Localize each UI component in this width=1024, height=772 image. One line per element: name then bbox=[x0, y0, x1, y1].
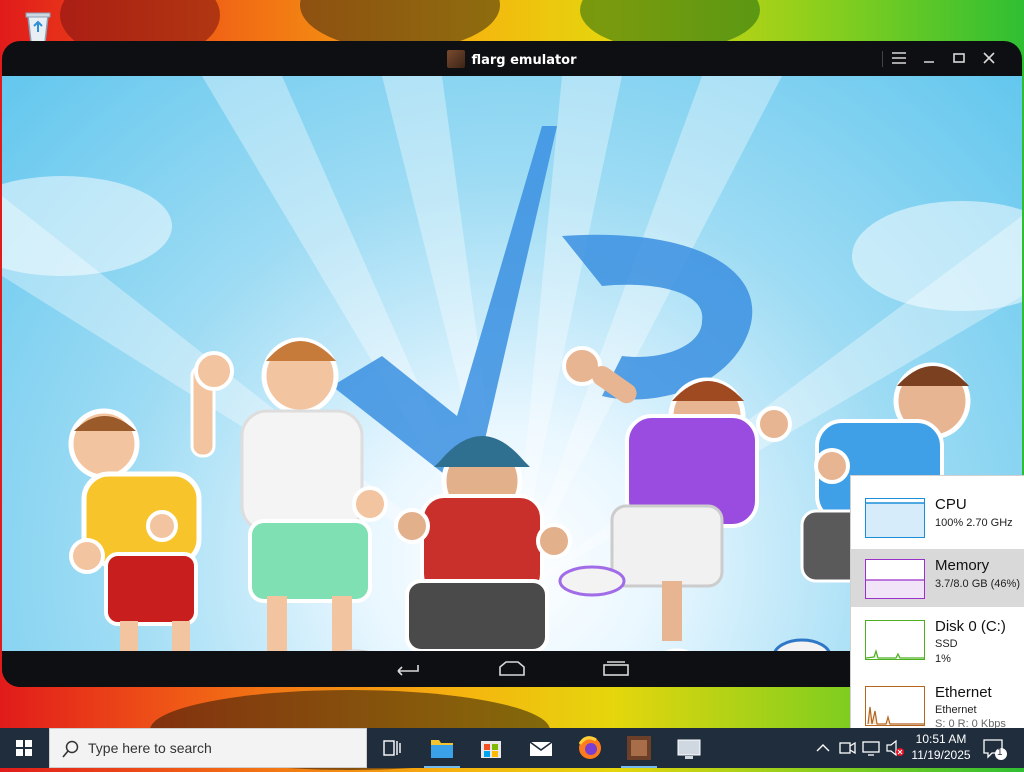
cpu-label: CPU bbox=[935, 496, 967, 513]
ethernet-type: Ethernet bbox=[935, 704, 977, 716]
emulator-titlebar[interactable]: flarg emulator bbox=[2, 41, 1022, 76]
emulator-app-icon bbox=[447, 50, 466, 68]
disk-usage: 1% bbox=[935, 653, 951, 665]
notification-count: 1 bbox=[997, 747, 1003, 758]
memory-graph bbox=[865, 559, 925, 599]
close-button[interactable] bbox=[977, 47, 1001, 71]
clock-date: 11/19/2025 bbox=[911, 748, 971, 762]
network-icon[interactable] bbox=[860, 728, 882, 768]
cpu-item[interactable]: CPU 100% 2.70 GHz bbox=[851, 488, 1024, 546]
maximize-button[interactable] bbox=[947, 47, 971, 71]
back-button[interactable] bbox=[394, 659, 422, 677]
memory-label: Memory bbox=[935, 557, 990, 574]
windows-icon bbox=[16, 740, 32, 756]
window-title: flarg emulator bbox=[2, 50, 1022, 68]
titlebar-separator bbox=[882, 51, 883, 67]
cpu-detail: 100% 2.70 GHz bbox=[935, 517, 1013, 529]
clock-time: 10:51 AM bbox=[915, 732, 967, 746]
disk-graph bbox=[865, 620, 925, 660]
flarg-emulator-taskbar-icon[interactable] bbox=[615, 732, 663, 768]
remote-desktop-icon[interactable] bbox=[665, 732, 713, 764]
disk-label: Disk 0 (C:) bbox=[935, 618, 1006, 635]
recents-button[interactable] bbox=[602, 659, 630, 677]
ethernet-graph bbox=[865, 686, 925, 726]
disk-type: SSD bbox=[935, 638, 958, 650]
cpu-graph bbox=[865, 498, 925, 538]
ethernet-label: Ethernet bbox=[935, 684, 992, 701]
action-center-button[interactable]: 1 bbox=[978, 728, 1010, 768]
show-hidden-icons-button[interactable] bbox=[812, 728, 834, 768]
search-icon bbox=[62, 740, 79, 758]
task-view-icon[interactable] bbox=[368, 732, 416, 764]
system-clock[interactable]: 10:51 AM 11/19/2025 bbox=[906, 731, 976, 763]
file-explorer-icon[interactable] bbox=[418, 732, 466, 768]
meet-now-icon[interactable] bbox=[836, 728, 858, 768]
mail-icon[interactable] bbox=[517, 732, 565, 764]
disk-item[interactable]: Disk 0 (C:) SSD 1% bbox=[851, 610, 1024, 668]
ethernet-item[interactable]: Ethernet Ethernet S: 0 R: 0 Kbps bbox=[851, 676, 1024, 729]
chevron-up-icon bbox=[816, 744, 830, 752]
recycle-bin-icon[interactable] bbox=[18, 6, 58, 46]
home-button[interactable] bbox=[498, 659, 526, 677]
menu-icon[interactable] bbox=[887, 47, 911, 71]
microsoft-store-icon[interactable] bbox=[467, 732, 515, 764]
window-title-text: flarg emulator bbox=[471, 53, 577, 68]
notification-icon bbox=[983, 739, 1007, 760]
volume-muted-icon[interactable] bbox=[884, 728, 906, 768]
memory-detail: 3.7/8.0 GB (46%) bbox=[935, 578, 1020, 590]
start-button[interactable] bbox=[0, 728, 48, 768]
minimize-button[interactable] bbox=[917, 47, 941, 71]
search-box[interactable]: Type here to search bbox=[49, 728, 367, 768]
search-placeholder: Type here to search bbox=[88, 740, 212, 756]
task-manager-performance-panel: CPU 100% 2.70 GHz Memory 3.7/8.0 GB (46%… bbox=[850, 475, 1024, 729]
taskbar: Type here to search 10:51 AM 11/19/2025 bbox=[0, 728, 1024, 768]
firefox-icon[interactable] bbox=[566, 732, 614, 764]
memory-item[interactable]: Memory 3.7/8.0 GB (46%) bbox=[851, 549, 1024, 607]
